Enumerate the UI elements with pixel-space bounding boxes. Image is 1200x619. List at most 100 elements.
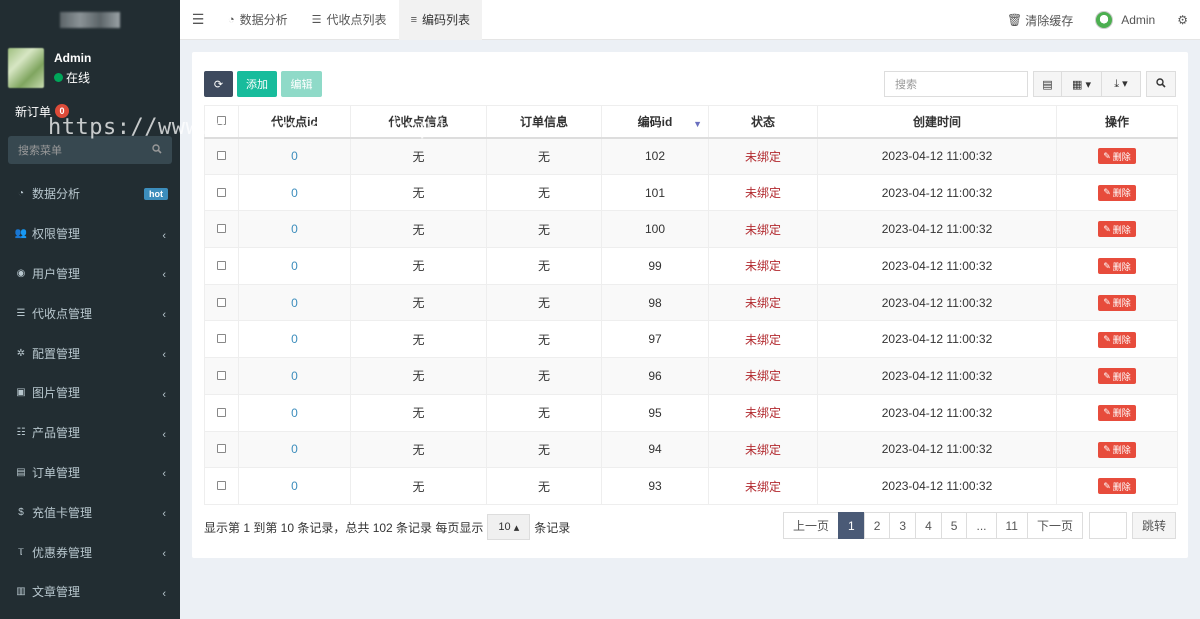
sidebar-item-10[interactable]: ▥ 文章管理 ‹ [0, 572, 180, 612]
toggle-view-button[interactable]: ▤ [1033, 71, 1061, 97]
prev-page-button[interactable]: 上一页 [783, 512, 839, 539]
tab-point-list[interactable]: ☰ 代收点列表 [300, 0, 399, 40]
row-select-cell[interactable] [204, 467, 239, 505]
table-row[interactable]: 0 无无 101 未绑定 2023-04-12 11:00:32 ✎ 删除 [204, 173, 1178, 212]
row-checkbox[interactable] [217, 407, 226, 417]
delete-button[interactable]: ✎ 删除 [1098, 184, 1136, 201]
col-header-code-id[interactable]: 编码id ▼ [601, 105, 709, 139]
delete-button[interactable]: ✎ 删除 [1098, 368, 1136, 385]
export-button[interactable]: ⤓ ▾ [1101, 71, 1141, 97]
delete-button[interactable]: ✎ 删除 [1098, 404, 1136, 421]
select-all-checkbox[interactable] [217, 116, 226, 126]
table-row[interactable]: 0 无无 93 未绑定 2023-04-12 11:00:32 ✎ 删除 [204, 467, 1178, 505]
admin-menu[interactable]: Admin [1095, 11, 1155, 29]
row-checkbox[interactable] [217, 481, 226, 491]
settings-gear-icon[interactable]: ⚙ [1177, 13, 1188, 27]
sidebar-item-9[interactable]: Ⲧ 优惠券管理 ‹ [0, 532, 180, 572]
table-row[interactable]: 0 无无 97 未绑定 2023-04-12 11:00:32 ✎ 删除 [204, 320, 1178, 359]
tab-data-analysis[interactable]: ◔ 数据分析 [216, 0, 300, 40]
sidebar-item-4[interactable]: ✲ 配置管理 ‹ [0, 333, 180, 373]
table-row[interactable]: 0 无无 100 未绑定 2023-04-12 11:00:32 ✎ 删除 [204, 210, 1178, 249]
cell-point-id[interactable]: 0 [238, 430, 351, 469]
col-header-status[interactable]: 状态 [708, 105, 818, 139]
cell-point-id[interactable]: 0 [238, 210, 351, 249]
columns-button[interactable]: ▦ ▾ [1061, 71, 1101, 97]
page-4[interactable]: 4 [915, 512, 941, 539]
cell-point-id[interactable]: 0 [238, 283, 351, 322]
sidebar-item-7[interactable]: ▤ 订单管理 ‹ [0, 453, 180, 493]
jump-page-input[interactable] [1088, 512, 1127, 539]
delete-button[interactable]: ✎ 删除 [1098, 258, 1136, 275]
sidebar-item-1[interactable]: 👥 权限管理 ‹ [0, 214, 180, 254]
row-select-cell[interactable] [204, 393, 239, 432]
sidebar-item-8[interactable]: $ 充值卡管理 ‹ [0, 492, 180, 532]
sidebar-item-6[interactable]: ☷ 产品管理 ‹ [0, 413, 180, 453]
table-row[interactable]: 0 无无 96 未绑定 2023-04-12 11:00:32 ✎ 删除 [204, 357, 1178, 395]
delete-button[interactable]: ✎ 删除 [1098, 478, 1136, 495]
next-page-button[interactable]: 下一页 [1026, 512, 1083, 539]
table-row[interactable]: 0 无无 94 未绑定 2023-04-12 11:00:32 ✎ 删除 [204, 430, 1178, 469]
row-select-cell[interactable] [204, 357, 239, 395]
row-select-cell[interactable] [204, 137, 239, 175]
sidebar-item-5[interactable]: ▣ 图片管理 ‹ [0, 373, 180, 413]
row-checkbox[interactable] [217, 224, 226, 234]
cell-point-id[interactable]: 0 [238, 247, 351, 285]
cell-point-id[interactable]: 0 [238, 393, 351, 432]
page-1[interactable]: 1 [838, 512, 864, 539]
page-11[interactable]: 11 [995, 512, 1027, 539]
cell-code-id: 97 [601, 320, 709, 359]
row-select-cell[interactable] [204, 430, 239, 469]
row-select-cell[interactable] [204, 320, 239, 359]
page-3[interactable]: 3 [889, 512, 916, 539]
new-order-link[interactable]: 新订单 0 [0, 98, 180, 124]
sidebar-item-0[interactable]: ◔ 数据分析 hot [0, 174, 180, 214]
row-checkbox[interactable] [217, 260, 226, 270]
cell-point-id[interactable]: 0 [238, 357, 351, 395]
hamburger-menu-icon[interactable]: ☰ [180, 11, 216, 28]
tab-code-list[interactable]: ≡ 编码列表 [398, 0, 482, 40]
col-header-created[interactable]: 创建时间 [817, 105, 1057, 139]
row-checkbox[interactable] [217, 151, 226, 161]
cell-point-id[interactable]: 0 [238, 467, 351, 505]
clear-cache-button[interactable]: 🗑 清除缓存 [1007, 12, 1073, 29]
page-2[interactable]: 2 [863, 512, 890, 539]
row-select-cell[interactable] [204, 173, 239, 212]
sidebar-item-3[interactable]: ☰ 代收点管理 ‹ [0, 293, 180, 333]
edit-button[interactable]: 编辑 [281, 71, 322, 97]
table-search-input[interactable]: 搜索 [884, 71, 1028, 97]
row-checkbox[interactable] [217, 187, 226, 197]
cell-point-id[interactable]: 0 [238, 173, 351, 212]
delete-button[interactable]: ✎ 删除 [1098, 441, 1136, 458]
col-header-point-id[interactable]: 代收点id [238, 105, 351, 139]
col-header-order-info[interactable]: 订单信息 [486, 105, 602, 139]
add-button[interactable]: 添加 [237, 71, 277, 97]
row-select-cell[interactable] [204, 283, 239, 322]
page-5[interactable]: 5 [940, 512, 967, 539]
row-checkbox[interactable] [217, 370, 226, 380]
page-size-dropdown[interactable]: 10 ▴ [487, 514, 531, 540]
search-icon[interactable] [152, 143, 162, 157]
logo[interactable] [0, 0, 180, 40]
row-checkbox[interactable] [217, 297, 226, 307]
delete-button[interactable]: ✎ 删除 [1098, 294, 1136, 311]
row-checkbox[interactable] [217, 444, 226, 454]
table-row[interactable]: 0 无无 98 未绑定 2023-04-12 11:00:32 ✎ 删除 [204, 283, 1178, 322]
cell-point-id[interactable]: 0 [238, 137, 351, 175]
delete-button[interactable]: ✎ 删除 [1098, 221, 1136, 238]
advanced-search-button[interactable] [1146, 71, 1176, 97]
table-row[interactable]: 0 无无 99 未绑定 2023-04-12 11:00:32 ✎ 删除 [204, 247, 1178, 285]
refresh-button[interactable]: ⟳ [204, 71, 233, 97]
select-all-header[interactable] [204, 105, 239, 139]
cell-point-id[interactable]: 0 [238, 320, 351, 359]
col-header-point-info[interactable]: 代收点信息 [350, 105, 487, 139]
jump-button[interactable]: 跳转 [1131, 512, 1176, 539]
table-row[interactable]: 0 无无 102 未绑定 2023-04-12 11:00:32 ✎ 删除 [204, 137, 1178, 175]
menu-search-input[interactable]: 搜索菜单 [8, 136, 172, 164]
delete-button[interactable]: ✎ 删除 [1098, 331, 1136, 348]
sidebar-item-2[interactable]: ◉ 用户管理 ‹ [0, 254, 180, 294]
row-checkbox[interactable] [217, 334, 226, 344]
table-row[interactable]: 0 无无 95 未绑定 2023-04-12 11:00:32 ✎ 删除 [204, 393, 1178, 432]
row-select-cell[interactable] [204, 210, 239, 249]
row-select-cell[interactable] [204, 247, 239, 285]
delete-button[interactable]: ✎ 删除 [1098, 148, 1136, 165]
